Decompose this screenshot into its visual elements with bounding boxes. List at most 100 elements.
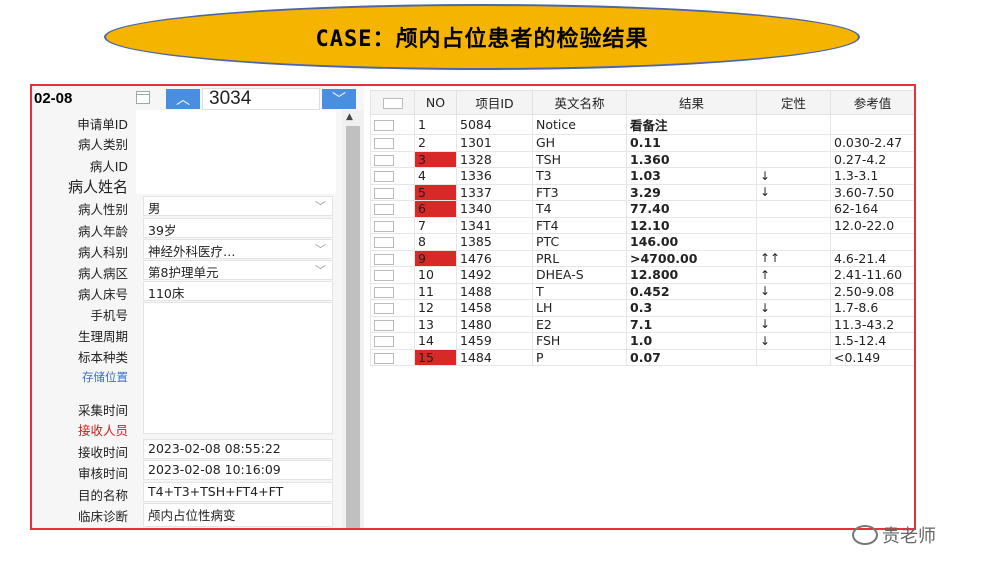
receive-time-field[interactable]: 2023-02-08 08:55:22 [143,439,333,459]
cell-result: >4700.00 [626,249,757,267]
row-checkbox[interactable] [374,120,394,131]
row-checkbox[interactable] [374,336,394,348]
cell-result: 146.00 [626,233,757,251]
cell-no: 11 [414,282,457,300]
request-number-input[interactable]: 3034 [202,88,320,110]
table-row[interactable]: 13 1480 E2 7.1 ↓ 11.3-43.2 [370,315,914,333]
header-no[interactable]: NO [414,90,457,115]
cell-reference: 1.7-8.6 [830,299,914,317]
row-checkbox[interactable] [374,319,394,331]
row-checkbox[interactable] [374,154,394,166]
cell-english-name: E2 [532,315,627,333]
cell-checkbox[interactable] [370,348,415,366]
cell-checkbox[interactable] [370,216,415,234]
cell-checkbox[interactable] [370,299,415,317]
purpose-field[interactable]: T4+T3+TSH+FT4+FT [143,482,333,502]
cell-checkbox[interactable] [370,167,415,185]
cell-checkbox[interactable] [370,266,415,284]
review-time-field[interactable]: 2023-02-08 10:16:09 [143,460,333,480]
row-checkbox[interactable] [374,138,394,150]
diagnosis-field[interactable]: 颅内占位性病变 [143,503,333,527]
cell-english-name: PTC [532,233,627,251]
label-cycle: 生理周期 [77,329,128,344]
id-value-area [136,110,336,194]
cell-checkbox[interactable] [370,315,415,333]
cell-qualitative [756,114,831,135]
table-row[interactable]: 7 1341 FT4 12.10 12.0-22.0 [370,216,914,234]
table-row[interactable]: 10 1492 DHEA-S 12.800 ↑ 2.41-11.60 [370,266,914,284]
cell-checkbox[interactable] [370,150,415,168]
cell-qualitative: ↓ [756,167,831,185]
scroll-up-icon[interactable]: ▲ [346,112,353,122]
row-checkbox[interactable] [374,187,394,199]
row-checkbox[interactable] [374,286,394,298]
cell-qualitative: ↓ [756,332,831,350]
cell-checkbox[interactable] [370,332,415,350]
header-result[interactable]: 结果 [626,90,757,115]
header-english-name[interactable]: 英文名称 [532,90,627,115]
notes-area[interactable] [143,302,333,434]
age-field[interactable]: 39岁 [143,218,333,238]
cell-english-name: FT3 [532,183,627,201]
table-row[interactable]: 9 1476 PRL >4700.00 ↑↑ 4.6-21.4 [370,249,914,267]
table-row[interactable]: 5 1337 FT3 3.29 ↓ 3.60-7.50 [370,183,914,201]
cell-qualitative: ↓ [756,315,831,333]
row-checkbox[interactable] [374,253,394,265]
table-row[interactable]: 6 1340 T4 77.40 62-164 [370,200,914,218]
cell-qualitative [756,348,831,366]
cell-checkbox[interactable] [370,134,415,152]
cell-checkbox[interactable] [370,114,415,135]
ward-select[interactable]: 第8护理单元 ﹀ [143,260,333,280]
row-checkbox[interactable] [374,171,394,183]
gender-select[interactable]: 男 ﹀ [143,196,333,216]
table-row[interactable]: 1 5084 Notice 看备注 [370,114,914,135]
row-checkbox[interactable] [374,204,394,216]
table-row[interactable]: 14 1459 FSH 1.0 ↓ 1.5-12.4 [370,332,914,350]
row-checkbox[interactable] [374,352,394,364]
cell-item-id: 1492 [456,266,533,284]
row-checkbox[interactable] [374,220,394,232]
cell-item-id: 1340 [456,200,533,218]
table-row[interactable]: 3 1328 TSH 1.360 0.27-4.2 [370,150,914,168]
table-row[interactable]: 4 1336 T3 1.03 ↓ 1.3-3.1 [370,167,914,185]
cell-result: 1.0 [626,332,757,350]
row-checkbox[interactable] [374,237,394,249]
date-field[interactable]: 02-08 [34,90,72,107]
cell-item-id: 1458 [456,299,533,317]
header-item-id[interactable]: 项目ID [456,90,533,115]
cell-reference: 0.27-4.2 [830,150,914,168]
cell-no: 1 [414,114,457,135]
previous-button[interactable]: ︿ [166,89,200,109]
cell-checkbox[interactable] [370,183,415,201]
table-row[interactable]: 12 1458 LH 0.3 ↓ 1.7-8.6 [370,299,914,317]
label-storage[interactable]: 存储位置 [32,369,128,385]
table-row[interactable]: 8 1385 PTC 146.00 [370,233,914,251]
department-select[interactable]: 神经外科医疗… ﹀ [143,239,333,259]
scrollbar-thumb[interactable] [346,126,360,528]
next-button[interactable]: ﹀ [322,89,356,109]
bed-field[interactable]: 110床 [143,281,333,301]
chevron-down-icon: ﹀ [315,264,326,277]
header-checkbox[interactable] [370,90,415,115]
row-checkbox[interactable] [374,303,394,315]
cell-no: 2 [414,134,457,152]
select-all-checkbox[interactable] [382,98,403,109]
label-ward: 病人病区 [77,266,128,281]
cell-english-name: TSH [532,150,627,168]
header-reference[interactable]: 参考值 [830,90,914,115]
cell-checkbox[interactable] [370,233,415,251]
cell-checkbox[interactable] [370,282,415,300]
table-row[interactable]: 15 1484 P 0.07 <0.149 [370,348,914,366]
label-age: 病人年龄 [77,224,128,239]
label-receiver: 接收人员 [77,423,128,438]
cell-checkbox[interactable] [370,200,415,218]
cell-item-id: 1459 [456,332,533,350]
header-qualitative[interactable]: 定性 [756,90,831,115]
cell-no: 8 [414,233,457,251]
cell-checkbox[interactable] [370,249,415,267]
table-row[interactable]: 11 1488 T 0.452 ↓ 2.50-9.08 [370,282,914,300]
calendar-icon[interactable] [136,91,150,104]
table-row[interactable]: 2 1301 GH 0.11 0.030-2.47 [370,134,914,152]
cell-english-name: T4 [532,200,627,218]
row-checkbox[interactable] [374,270,394,282]
